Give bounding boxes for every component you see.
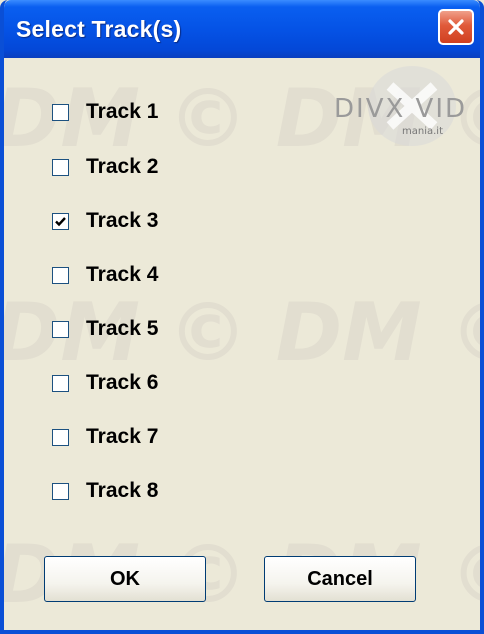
checkbox[interactable] <box>52 374 69 392</box>
track-label: Track 1 <box>86 100 159 123</box>
close-icon <box>448 19 464 35</box>
track-label: Track 6 <box>86 371 159 394</box>
track-3-checkbox[interactable]: Track 3 <box>52 209 159 232</box>
logo-text: DIVX VID <box>334 94 468 124</box>
logo-subtext: mania.it <box>402 126 443 137</box>
divx-vid-logo: DIVX VID mania.it <box>334 64 480 152</box>
track-4-checkbox[interactable]: Track 4 <box>52 263 159 286</box>
checkbox[interactable] <box>52 212 69 230</box>
ok-button[interactable]: OK <box>44 556 206 602</box>
track-label: Track 4 <box>86 263 159 286</box>
track-8-checkbox[interactable]: Track 8 <box>52 479 159 502</box>
track-label: Track 3 <box>86 209 159 232</box>
track-label: Track 2 <box>86 155 159 178</box>
track-7-checkbox[interactable]: Track 7 <box>52 425 159 448</box>
dialog-window: Select Track(s) DM © DM © DM © DM © DM ©… <box>0 0 484 634</box>
track-6-checkbox[interactable]: Track 6 <box>52 371 159 394</box>
checkbox[interactable] <box>52 320 69 338</box>
track-2-checkbox[interactable]: Track 2 <box>52 155 159 178</box>
checkbox[interactable] <box>52 158 69 176</box>
track-label: Track 8 <box>86 479 159 502</box>
track-5-checkbox[interactable]: Track 5 <box>52 317 159 340</box>
checkbox[interactable] <box>52 428 69 446</box>
window-title: Select Track(s) <box>16 16 182 42</box>
track-1-checkbox[interactable]: Track 1 <box>52 100 159 123</box>
title-bar[interactable]: Select Track(s) <box>4 0 480 58</box>
checkbox[interactable] <box>52 103 69 121</box>
dialog-body: DM © DM © DM © DM © DM © DM © DIVX VID m… <box>4 58 480 630</box>
checkbox[interactable] <box>52 482 69 500</box>
track-label: Track 5 <box>86 317 159 340</box>
checkbox[interactable] <box>52 266 69 284</box>
close-button[interactable] <box>438 9 474 45</box>
checkmark-icon <box>55 216 66 226</box>
track-label: Track 7 <box>86 425 159 448</box>
cancel-button[interactable]: Cancel <box>264 556 416 602</box>
